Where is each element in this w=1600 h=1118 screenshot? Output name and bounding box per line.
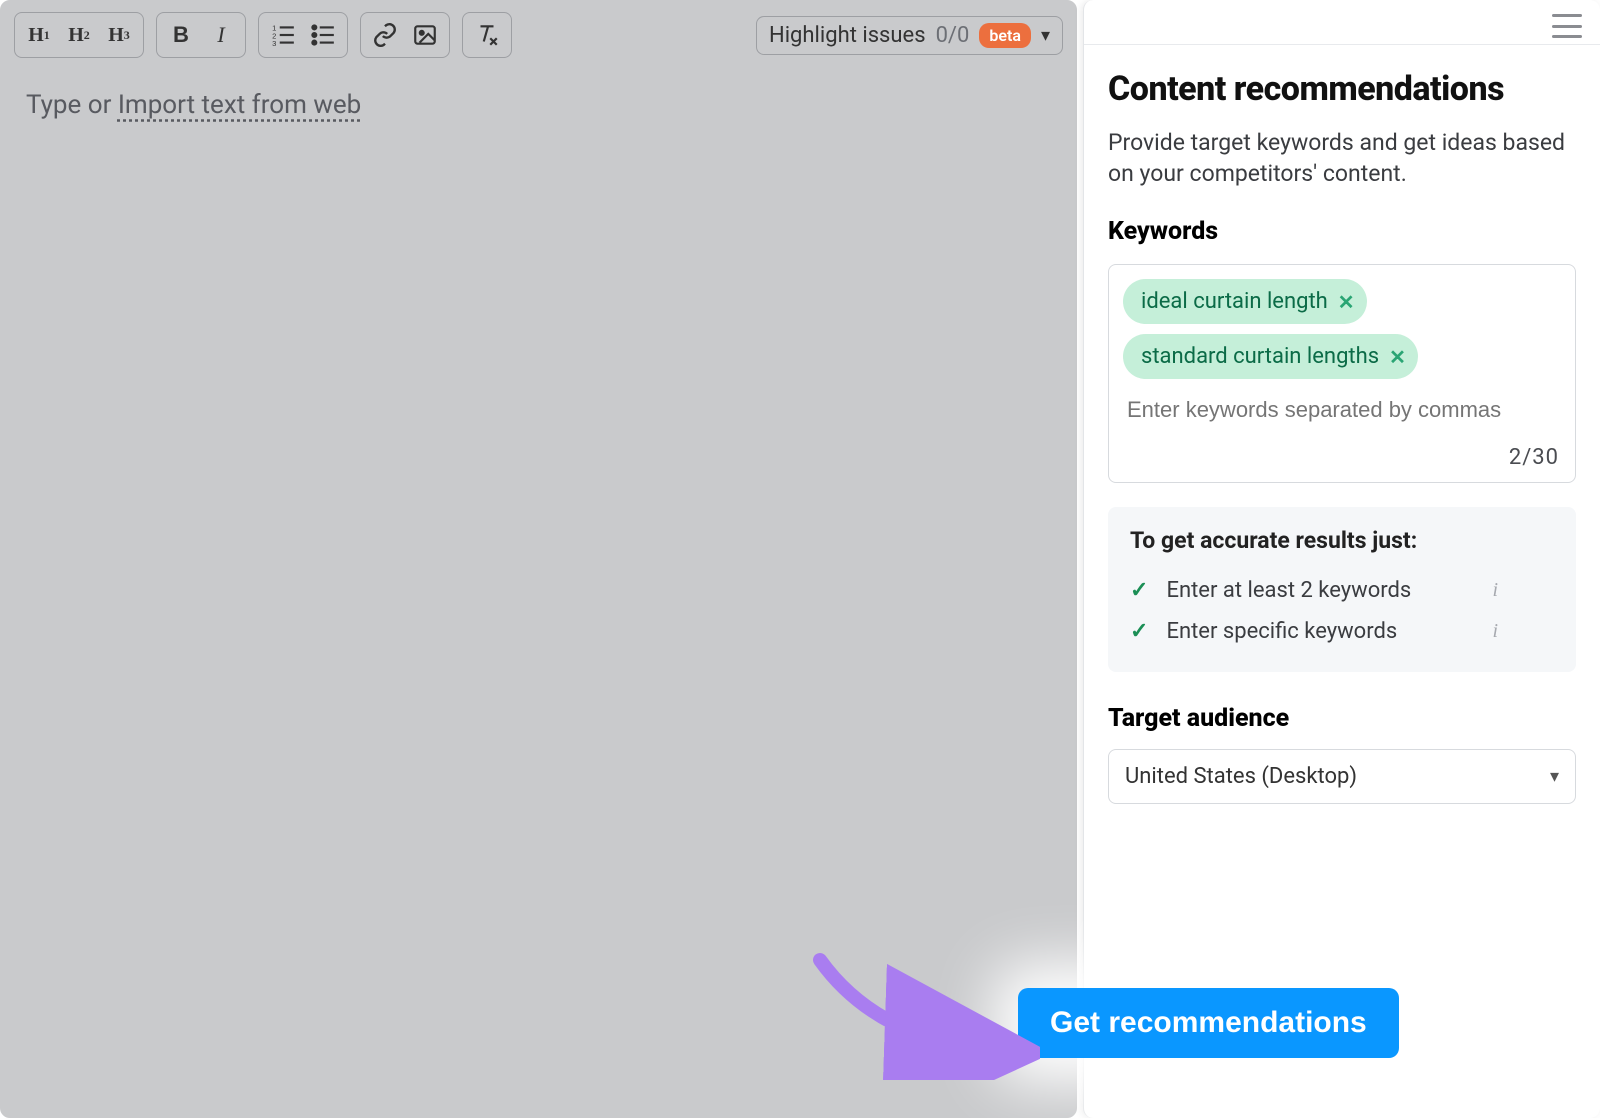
chevron-down-icon: ▾ <box>1041 25 1050 46</box>
clear-format-icon <box>474 22 500 48</box>
keyword-chip: standard curtain lengths ✕ <box>1123 334 1418 379</box>
h3-button[interactable]: H3 <box>101 17 137 53</box>
info-icon[interactable]: i <box>1492 620 1554 643</box>
import-from-web-link[interactable]: Import text from web <box>118 90 361 120</box>
insert-group <box>360 12 450 58</box>
check-icon: ✓ <box>1130 619 1148 644</box>
editor-toolbar: H1 H2 H3 B I 123 <box>4 4 1073 66</box>
check-icon: ✓ <box>1130 578 1148 603</box>
heading-group: H1 H2 H3 <box>14 12 144 58</box>
info-icon[interactable]: i <box>1492 579 1554 602</box>
numbered-list-icon: 123 <box>270 22 296 48</box>
keywords-input[interactable] <box>1123 389 1561 429</box>
editor-placeholder: Type or Import text from web <box>26 90 1051 120</box>
target-audience-value: United States (Desktop) <box>1125 764 1357 789</box>
hamburger-menu-icon[interactable] <box>1552 14 1582 38</box>
issues-count: 0/0 <box>936 23 970 48</box>
text-style-group: B I <box>156 12 246 58</box>
keyword-chip-label: standard curtain lengths <box>1141 344 1379 369</box>
chevron-down-icon: ▾ <box>1550 766 1559 787</box>
highlight-label: Highlight issues <box>769 23 926 48</box>
editor-body[interactable]: Type or Import text from web <box>4 66 1073 1114</box>
clear-format-button[interactable] <box>469 17 505 53</box>
keyword-chip-label: ideal curtain length <box>1141 289 1328 314</box>
remove-keyword-icon[interactable]: ✕ <box>1389 345 1406 369</box>
bullet-list-button[interactable] <box>305 17 341 53</box>
target-audience-select[interactable]: United States (Desktop) ▾ <box>1108 749 1576 804</box>
bold-button[interactable]: B <box>163 17 199 53</box>
placeholder-prefix: Type or <box>26 90 118 120</box>
sidebar-title: Content recommendations <box>1108 69 1576 109</box>
remove-keyword-icon[interactable]: ✕ <box>1338 290 1355 314</box>
tips-box: To get accurate results just: ✓ Enter at… <box>1108 507 1576 672</box>
tip-text: Enter specific keywords <box>1166 619 1397 644</box>
sidebar-description: Provide target keywords and get ideas ba… <box>1108 127 1576 189</box>
keywords-input-box[interactable]: ideal curtain length ✕ standard curtain … <box>1108 264 1576 483</box>
target-audience-heading: Target audience <box>1108 704 1576 733</box>
keywords-counter: 2/30 <box>1123 439 1561 472</box>
h2-button[interactable]: H2 <box>61 17 97 53</box>
highlight-issues-dropdown[interactable]: Highlight issues 0/0 beta ▾ <box>756 16 1063 55</box>
link-button[interactable] <box>367 17 403 53</box>
bullet-list-icon <box>310 22 336 48</box>
beta-badge: beta <box>979 23 1031 48</box>
h1-button[interactable]: H1 <box>21 17 57 53</box>
tip-text: Enter at least 2 keywords <box>1166 578 1411 603</box>
get-recommendations-button[interactable]: Get recommendations <box>1018 988 1399 1058</box>
svg-text:3: 3 <box>272 39 276 48</box>
numbered-list-button[interactable]: 123 <box>265 17 301 53</box>
sidebar-top <box>1084 0 1600 45</box>
link-icon <box>372 22 398 48</box>
image-icon <box>412 22 438 48</box>
list-group: 123 <box>258 12 348 58</box>
tips-title: To get accurate results just: <box>1130 527 1554 554</box>
tip-item: ✓ Enter specific keywords i <box>1130 611 1554 652</box>
image-button[interactable] <box>407 17 443 53</box>
keyword-chip: ideal curtain length ✕ <box>1123 279 1367 324</box>
italic-button[interactable]: I <box>203 17 239 53</box>
keywords-heading: Keywords <box>1108 217 1576 246</box>
clear-group <box>462 12 512 58</box>
tip-item: ✓ Enter at least 2 keywords i <box>1130 570 1554 611</box>
recommendations-sidebar: Content recommendations Provide target k… <box>1083 0 1600 1118</box>
editor-panel: H1 H2 H3 B I 123 <box>0 0 1077 1118</box>
